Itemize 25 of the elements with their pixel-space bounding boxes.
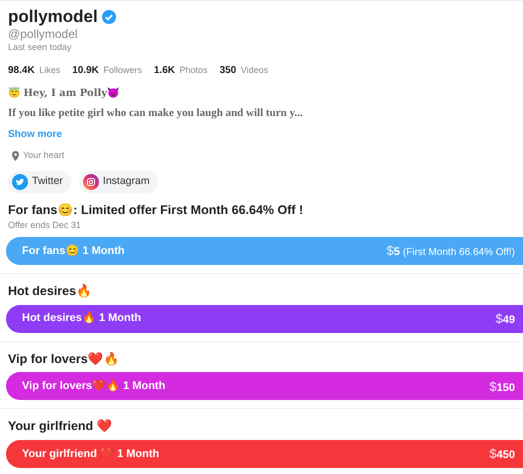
stat-text: 350 Videos [220,64,268,78]
subscribe-button[interactable]: Hot desires🔥 1 Month $49 [6,304,523,332]
show-more-link[interactable]: Show more [8,127,62,142]
bio-title: 😇 Hey, I am Polly😈 [8,86,120,100]
plan-title: Vip for lovers❤🔥 [7,350,121,368]
instagram-icon [82,174,99,190]
subscribe-button[interactable]: Your girlfriend ❤ 1 Month $450 [6,440,523,468]
twitter-link[interactable]: Twitter [8,170,71,192]
plan-title: Hot desires🔥 [7,282,94,300]
plan-title: For fans😊: Limited offer First Month 66.64% Off ! [7,202,304,218]
stat-text: 1.6K Photos [154,64,208,78]
subscribe-button[interactable]: Vip for lovers❤🔥 1 Month $150 [6,372,523,400]
plan-title: Your girlfriend ❤ [7,418,114,436]
subscribe-button[interactable]: For fans😊 1 Month $5 (First Month 66.64% Off!) [6,236,523,265]
stat-text: 98.4K Likes [8,64,60,78]
profile-name: pollymodel [8,7,98,27]
last-seen-text: Last seen today [8,41,73,54]
handle-text: @pollymodel [8,27,79,41]
stat-text: 10.9K Followers [72,64,142,78]
location-text: Your heart [23,149,64,162]
instagram-link[interactable]: Instagram [78,170,158,192]
offer-end-text: Offer ends Dec 31 [7,219,82,232]
bio-text: If you like petite girl who can make you laugh and will turn y... [8,106,304,120]
location-pin-icon [12,150,19,161]
twitter-icon [12,174,28,190]
